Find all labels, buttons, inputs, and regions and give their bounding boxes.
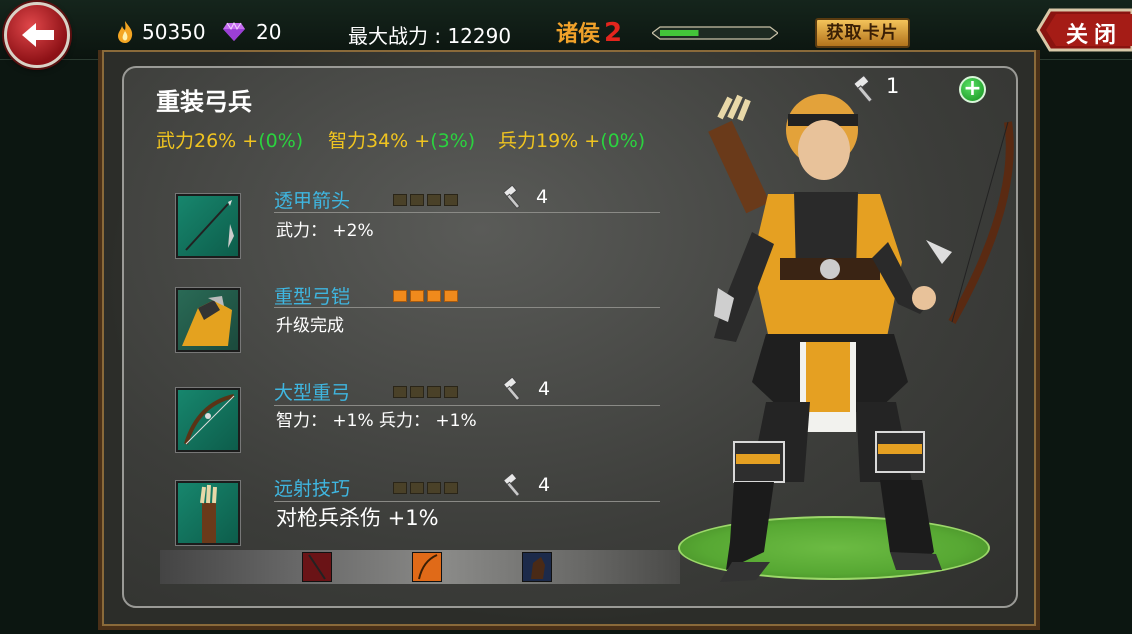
level-pip — [427, 290, 441, 302]
stat-label: 兵力19% — [498, 130, 579, 152]
upgrade-hammer-icon — [503, 473, 521, 498]
level-pip — [410, 194, 424, 206]
level-pip — [427, 386, 441, 398]
equip-material-count: 4 — [538, 474, 551, 496]
level-pip — [410, 482, 424, 494]
equip-name[interactable]: 重型弓铠 — [274, 282, 350, 309]
stat-bonus: (0%) — [600, 130, 646, 152]
close-button[interactable]: 关闭 — [1036, 8, 1132, 52]
rank-level: 2 — [604, 18, 623, 48]
rank-progress-fill — [660, 30, 699, 36]
level-pip — [410, 386, 424, 398]
upgrade-hammer-icon — [503, 377, 521, 402]
equip-effect: 智力： +1% 兵力： +1% — [276, 411, 477, 431]
armor-icon — [182, 296, 232, 346]
equip-slot-armor[interactable] — [175, 287, 241, 353]
stat-label: 智力34% — [328, 130, 409, 152]
stat-label: 武力26% — [156, 130, 237, 152]
equip-material-count: 4 — [538, 378, 551, 400]
equip-level-pips — [393, 194, 458, 206]
stat-plus: + — [408, 130, 431, 152]
equip-effect: 对枪兵杀伤 +1% — [276, 506, 439, 530]
equip-name[interactable]: 透甲箭头 — [274, 186, 350, 213]
equip-slot-quiver[interactable] — [175, 480, 241, 546]
stat-intelligence: 智力34% +(3%) — [328, 126, 475, 153]
stat-plus: + — [578, 130, 601, 152]
bow-icon — [184, 394, 235, 445]
equip-name[interactable]: 远射技巧 — [274, 474, 350, 501]
level-pip — [393, 482, 407, 494]
level-pip — [393, 290, 407, 302]
level-pip — [444, 194, 458, 206]
gold-flame-icon — [118, 21, 133, 43]
divider — [274, 307, 660, 308]
unit-name: 重装弓兵 — [156, 88, 252, 116]
rank-title-text: 诸侯 — [556, 22, 601, 47]
arrow-icon — [185, 200, 234, 251]
stat-troops: 兵力19% +(0%) — [498, 126, 645, 153]
gem-amount: 20 — [256, 20, 282, 44]
level-pip — [393, 194, 407, 206]
level-pip — [427, 482, 441, 494]
divider — [274, 212, 660, 213]
level-pip — [410, 290, 424, 302]
stat-bonus: (0%) — [258, 130, 304, 152]
stat-bonus: (3%) — [430, 130, 476, 152]
equip-effect: 升级完成 — [276, 316, 344, 336]
spear-icon — [308, 554, 326, 580]
get-card-button[interactable]: 获取卡片 — [815, 18, 910, 48]
rank-progress-bar — [652, 26, 778, 40]
unit-type-slot-cavalry[interactable] — [522, 552, 552, 582]
unit-type-slot-spear[interactable] — [302, 552, 332, 582]
level-pip — [427, 194, 441, 206]
close-label: 关闭 — [1066, 23, 1123, 48]
upgrade-hammer-icon — [503, 185, 521, 210]
equip-level-pips — [393, 290, 458, 302]
rank-title: 诸侯 2 — [556, 16, 622, 48]
max-power: 最大战力 : 12290 — [348, 24, 512, 48]
equip-slot-arrowhead[interactable] — [175, 193, 241, 259]
equip-slot-bow[interactable] — [175, 387, 241, 453]
equip-effect: 武力： +2% — [276, 221, 374, 241]
archer-character — [708, 94, 1014, 582]
back-button[interactable] — [4, 2, 70, 68]
diamond-icon — [223, 22, 245, 41]
horse-icon — [531, 557, 545, 579]
level-pip — [444, 386, 458, 398]
bow-icon — [418, 554, 438, 580]
equip-level-pips — [393, 482, 458, 494]
stat-strength: 武力26% +(0%) — [156, 126, 303, 153]
equip-level-pips — [393, 386, 458, 398]
equip-material-count: 4 — [536, 186, 549, 208]
level-pip — [444, 482, 458, 494]
stat-plus: + — [236, 130, 259, 152]
back-arrow-icon — [22, 23, 54, 47]
quiver-icon — [200, 484, 217, 543]
gold-amount: 50350 — [142, 20, 206, 44]
level-pip — [444, 290, 458, 302]
unit-type-slot-bow[interactable] — [412, 552, 442, 582]
level-pip — [393, 386, 407, 398]
equip-name[interactable]: 大型重弓 — [274, 378, 350, 405]
